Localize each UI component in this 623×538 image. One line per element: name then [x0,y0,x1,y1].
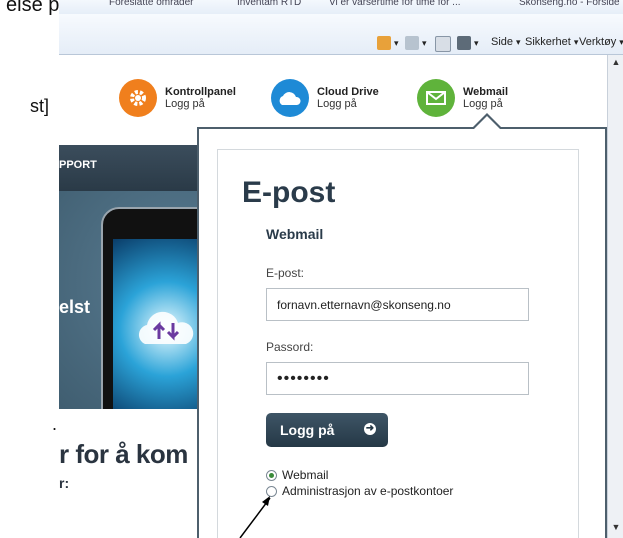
envelope-icon [417,79,455,117]
email-field[interactable]: fornavn.etternavn@skonseng.no [266,288,529,321]
service-login: Logg på [317,98,357,110]
scroll-down-arrow[interactable]: ▼ [610,522,622,534]
login-title: E-post [242,176,336,209]
mail-icon [435,36,451,52]
radio-admin[interactable]: Administrasjon av e-postkontoer [266,484,453,498]
arrow-right-icon: ➜ [364,423,376,435]
popup-pointer-inner [473,116,501,130]
nav-item-support[interactable]: PPORT [59,159,97,171]
feed-icon [405,36,419,50]
radio-webmail-label: Webmail [282,468,329,482]
printer-icon [457,36,471,50]
page-menu-label: Side [491,36,514,48]
browser-window: Foreslåtte områder Inventam RTD Vi er vå… [59,0,623,538]
home-button[interactable]: ▾ [377,36,399,50]
favorite-item[interactable]: Inventam RTD [237,0,301,8]
vertical-scrollbar[interactable]: ▲ ▼ [607,55,623,538]
service-title: Cloud Drive [317,86,379,98]
website: Kontrollpanel Logg på Cloud Drive Logg på … [59,55,607,538]
service-login: Logg på [165,98,205,110]
doc-left-bracket: st] [30,96,50,116]
service-kontrollpanel[interactable]: Kontrollpanel Logg på [119,79,236,117]
security-menu-label: Sikkerhet [525,36,571,48]
service-webmail[interactable]: Webmail Logg på [417,79,508,117]
command-bar: ▾ ▾ ▾ Side▾ Sikkerhet▾ Verktøy▾ ? [59,14,623,55]
password-label: Passord: [266,340,314,354]
favorite-item[interactable]: Vi er vårsertime for time for ... [329,0,461,8]
gear-icon [119,79,157,117]
favorite-item[interactable]: Foreslåtte områder [109,0,193,8]
content-subheading: r: [59,475,70,491]
page-menu[interactable]: Side ▾ [491,36,521,48]
hero-text-fragment: elst [59,297,91,317]
radio-admin-label: Administrasjon av e-postkontoer [282,484,454,498]
radio-button-selected[interactable] [266,469,277,481]
home-icon [377,36,391,50]
service-title: Webmail [463,86,509,98]
login-button[interactable]: Logg på ➜ [266,413,388,447]
login-button-label: Logg på [280,422,335,438]
content-heading: r for å kom [59,439,188,469]
login-subtitle: Webmail [266,226,324,242]
favorite-item[interactable]: Skonseng.no - Forside [519,0,620,8]
email-label: E-post: [266,266,305,280]
mail-button[interactable] [435,36,451,52]
feeds-button[interactable]: ▾ [405,36,427,50]
email-value: fornavn.etternavn@skonseng.no [277,297,451,312]
tools-menu-label: Verktøy [579,36,617,48]
annotation-arrow [239,496,271,538]
login-popup: E-post Webmail E-post: fornavn.etternavn… [197,113,607,538]
password-field[interactable]: •••••••• [266,362,529,395]
cloud-icon [271,79,309,117]
service-cloud-drive[interactable]: Cloud Drive Logg på [271,79,379,117]
cloud-sync-icon [138,311,194,344]
tools-menu[interactable]: Verktøy ▾ [579,36,623,48]
password-value: •••••••• [277,369,330,387]
favorites-bar: Foreslåtte områder Inventam RTD Vi er vå… [59,0,623,14]
service-title: Kontrollpanel [165,86,236,98]
login-form: E-post Webmail E-post: fornavn.etternavn… [217,149,579,538]
doc-left-dot: . [52,414,58,434]
scroll-up-arrow[interactable]: ▲ [610,57,622,69]
security-menu[interactable]: Sikkerhet ▾ [525,36,578,48]
radio-webmail[interactable]: Webmail [266,468,328,482]
service-login: Logg på [463,98,503,110]
print-button[interactable]: ▾ [457,36,479,50]
